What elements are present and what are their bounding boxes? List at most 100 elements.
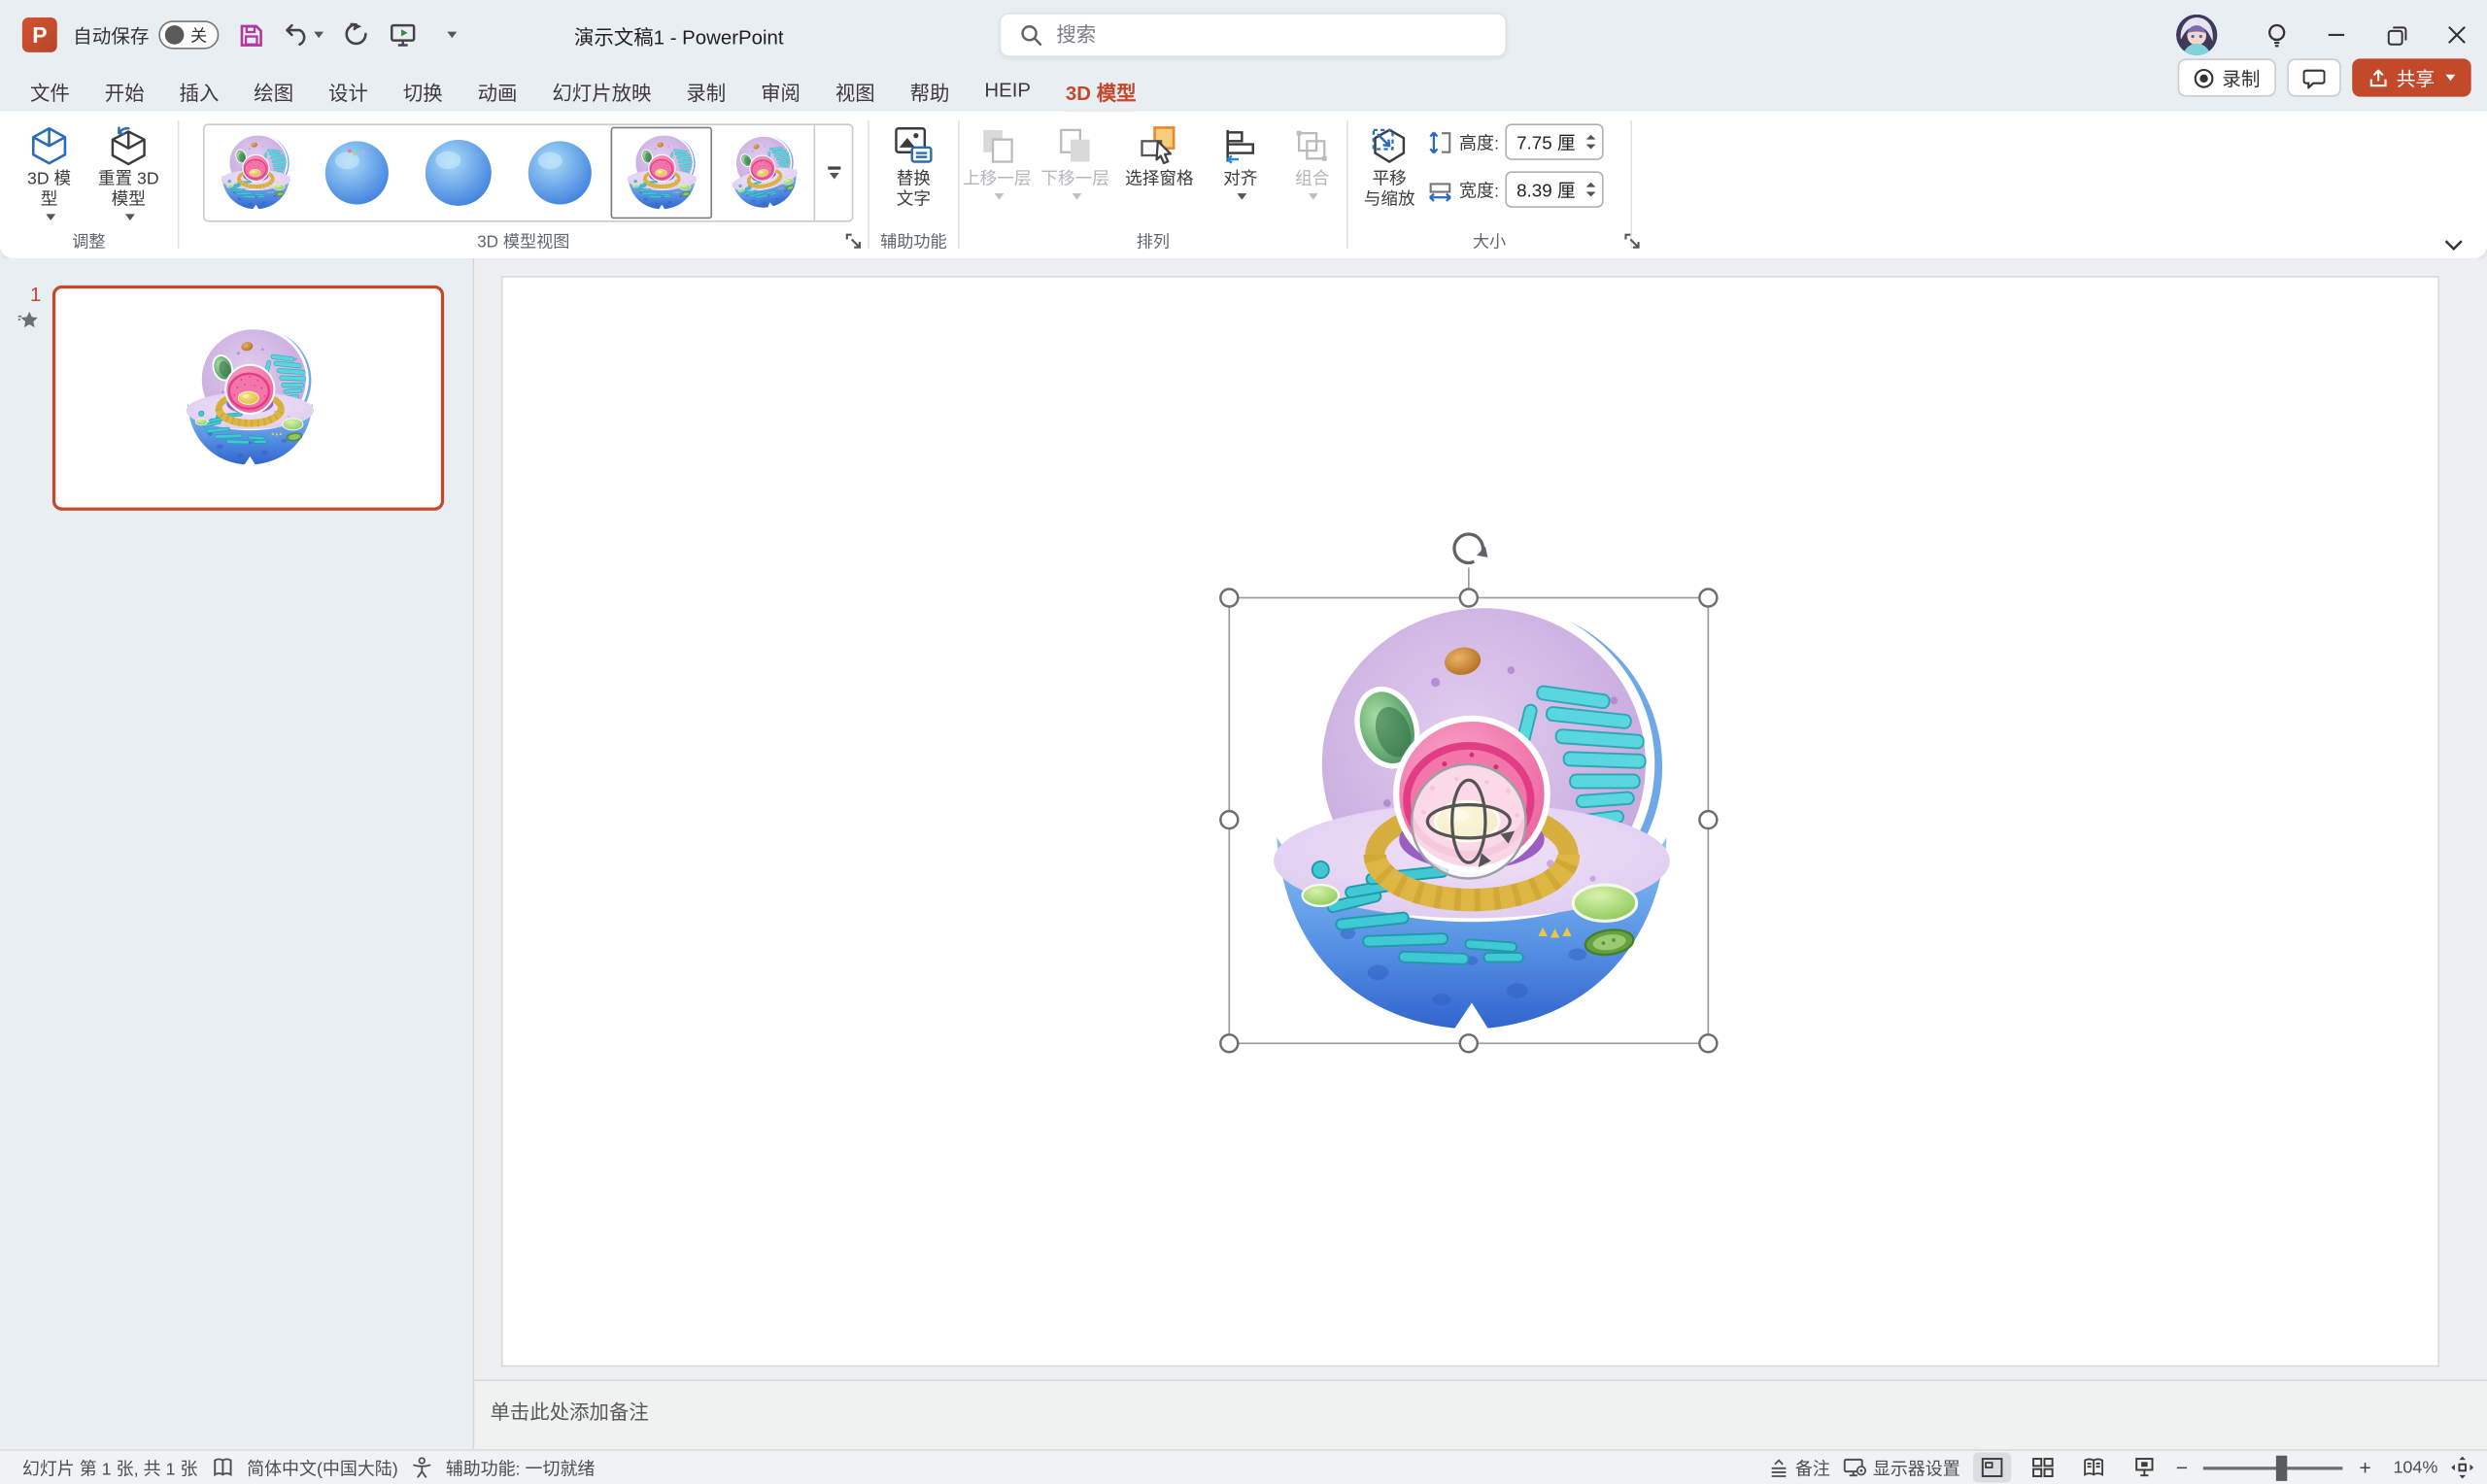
zoom-slider-handle[interactable] [2276,1455,2287,1480]
model-view-item-5-selected[interactable] [611,127,712,219]
undo-dropdown-icon[interactable] [314,32,324,39]
search-input[interactable] [1056,23,1437,46]
autosave-toggle[interactable]: 关 [158,20,219,49]
3d-rotate-gizmo[interactable] [1412,764,1526,879]
group-adjust-label: 调整 [0,230,178,253]
collapse-ribbon-button[interactable] [2442,238,2465,253]
tab-home[interactable]: 开始 [87,71,162,111]
tab-draw[interactable]: 绘图 [236,71,311,111]
notes-toggle-button[interactable]: 备注 [1768,1455,1830,1480]
spell-check-icon[interactable] [212,1457,232,1477]
slide-number: 1 [30,284,41,306]
pan-zoom-button[interactable]: 平移 与缩放 [1354,118,1424,211]
accessibility-icon[interactable] [412,1457,431,1477]
slide-1-thumbnail[interactable] [52,286,444,511]
alt-text-button[interactable]: 替换 文字 [875,118,951,211]
tab-slideshow[interactable]: 幻灯片放映 [534,71,668,111]
zoom-out-button[interactable]: − [2176,1456,2188,1479]
reset-3d-model-button[interactable]: 重置 3D 模型 [90,118,166,223]
size-dialog-launcher-icon[interactable] [1624,233,1644,253]
qat-more-button[interactable] [434,16,466,53]
tab-design[interactable]: 设计 [311,71,386,111]
align-button[interactable]: 对齐 [1207,118,1276,202]
tab-transitions[interactable]: 切换 [386,71,460,111]
save-icon[interactable] [235,16,267,53]
width-field[interactable] [1505,171,1603,208]
notes-placeholder[interactable]: 单击此处添加备注 [490,1401,648,1424]
accessibility-status[interactable]: 辅助功能: 一切就绪 [446,1455,596,1480]
width-stepper[interactable] [1586,183,1602,197]
bring-forward-button: 上移一层 [960,118,1035,202]
language-indicator[interactable]: 简体中文(中国大陆) [247,1455,398,1480]
record-button-label: 录制 [2222,64,2260,91]
normal-view-button[interactable] [1973,1453,2011,1483]
autosave-state: 关 [190,23,207,47]
tab-heip[interactable]: HEIP [967,75,1048,107]
group-3d-model-views: 3D 模型视图 [179,111,868,258]
share-dropdown-icon[interactable] [2446,75,2456,82]
search-bar[interactable] [1000,13,1507,57]
resize-handle-middle-left[interactable] [1220,811,1238,828]
display-settings-button[interactable]: 显示器设置 [1843,1455,1960,1480]
selection-pane-icon [1139,122,1179,170]
3d-model-button[interactable]: 3D 模 型 [11,118,86,223]
notes-pane[interactable]: 单击此处添加备注 [474,1379,2487,1449]
resize-handle-top-left[interactable] [1220,590,1238,607]
undo-button[interactable] [283,16,324,53]
resize-handle-top-center[interactable] [1460,590,1478,607]
3d-cube-icon [28,122,69,170]
3d-model-button-label: 3D 模 型 [27,170,71,211]
tab-help[interactable]: 帮助 [893,71,968,111]
resize-handle-bottom-right[interactable] [1699,1034,1717,1052]
model-view-item-3[interactable] [408,127,509,219]
share-button[interactable]: 共享 [2352,58,2470,96]
height-stepper[interactable] [1586,135,1602,150]
model-view-item-4[interactable] [509,127,610,219]
zoom-in-button[interactable]: + [2359,1456,2370,1479]
tab-animations[interactable]: 动画 [460,71,535,111]
slide-editing-surface[interactable] [503,278,2438,1366]
group-3d-model-views-label: 3D 模型视图 [179,230,868,253]
slide-sorter-view-button[interactable] [2024,1453,2061,1483]
model-view-item-2[interactable] [306,127,407,219]
slideshow-view-button[interactable] [2125,1453,2163,1483]
zoom-slider[interactable] [2203,1466,2343,1468]
resize-handle-middle-right[interactable] [1699,811,1717,828]
resize-handle-bottom-center[interactable] [1460,1034,1478,1052]
width-field-label: 宽度: [1459,177,1499,202]
rotate-handle-icon[interactable] [1454,534,1487,562]
tab-record[interactable]: 录制 [668,71,743,111]
tab-review[interactable]: 审阅 [743,71,818,111]
align-label: 对齐 [1223,170,1257,190]
selection-pane-button[interactable]: 选择窗格 [1115,118,1203,202]
model-view-item-1[interactable] [205,127,306,219]
tab-3d-model[interactable]: 3D 模型 [1048,71,1153,111]
record-dot-icon [2194,67,2214,87]
tab-view[interactable]: 视图 [818,71,893,111]
record-button[interactable]: 录制 [2178,58,2276,96]
group-objects-label: 组合 [1295,170,1329,190]
tab-file[interactable]: 文件 [13,71,87,111]
resize-handle-top-right[interactable] [1699,590,1717,607]
resize-handle-bottom-left[interactable] [1220,1034,1238,1052]
tab-insert[interactable]: 插入 [162,71,237,111]
gallery-more-button[interactable] [814,125,852,220]
start-slideshow-icon[interactable] [387,16,419,53]
zoom-level[interactable]: 104% [2384,1458,2438,1477]
user-avatar[interactable] [2176,15,2217,55]
views-dialog-launcher-icon[interactable] [845,233,865,253]
model-view-item-6[interactable] [712,127,813,219]
ribbon: 3D 模 型 重置 3D 模型 调整 [0,111,2487,258]
model-views-gallery [203,123,853,221]
powerpoint-logo-icon[interactable]: P [22,17,57,52]
autosave-control[interactable]: 自动保存 关 [73,20,219,49]
group-objects-button: 组合 [1278,118,1346,202]
fit-to-window-button[interactable] [2450,1456,2473,1479]
alt-text-button-label: 替换 文字 [897,170,931,211]
reading-view-button[interactable] [2074,1453,2112,1483]
height-field[interactable] [1505,123,1603,160]
redo-button[interactable] [339,16,371,53]
comments-button[interactable] [2287,58,2341,96]
height-input[interactable] [1507,132,1577,152]
width-input[interactable] [1507,180,1577,199]
